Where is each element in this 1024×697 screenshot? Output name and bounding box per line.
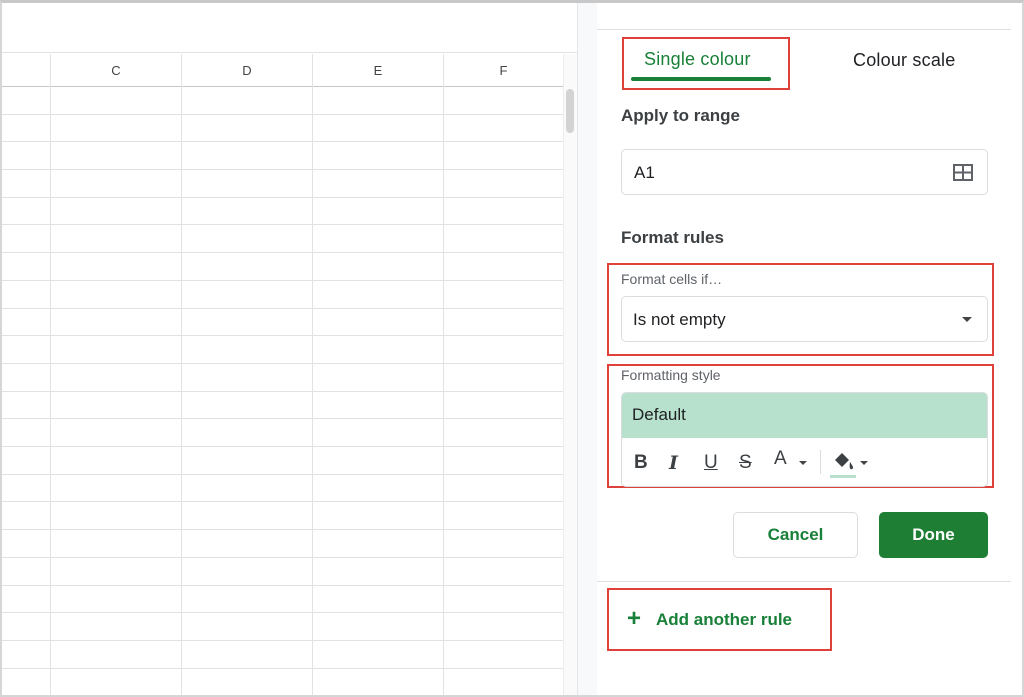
grid-row[interactable] [2, 198, 563, 226]
style-preview[interactable]: Default [622, 393, 987, 438]
conditional-format-panel: Single colour Colour scale Apply to rang… [597, 3, 1022, 695]
grid-row[interactable] [2, 419, 563, 448]
column-header-c[interactable]: C [50, 54, 181, 87]
grid-row[interactable] [2, 558, 563, 586]
condition-dropdown[interactable]: Is not empty [621, 296, 988, 342]
column-header-e[interactable]: E [312, 54, 443, 87]
condition-value: Is not empty [633, 310, 726, 329]
formatting-style-label: Formatting style [621, 367, 721, 383]
panel-divider [577, 3, 597, 695]
style-preview-text: Default [632, 405, 686, 424]
grid-row[interactable] [2, 226, 563, 254]
divider [597, 581, 1011, 582]
divider [597, 29, 1011, 30]
grid-row[interactable] [2, 281, 563, 309]
grid-row[interactable] [2, 364, 563, 392]
bold-button[interactable]: B [634, 450, 648, 476]
column-header-d[interactable]: D [181, 54, 312, 87]
underline-button[interactable]: U [704, 450, 718, 476]
sheet-toolbar-area [2, 3, 577, 53]
italic-button[interactable]: I [669, 450, 678, 476]
range-value: A1 [634, 163, 655, 182]
grid-row[interactable] [2, 253, 563, 281]
apply-to-range-label: Apply to range [621, 106, 741, 125]
formatting-style-box: Default B I U S A [621, 392, 988, 487]
toolbar-divider [820, 450, 821, 474]
column-header-b-partial[interactable] [2, 54, 50, 87]
grid-row[interactable] [2, 586, 563, 614]
column-header-f[interactable]: F [443, 54, 563, 87]
add-rule-label: Add another rule [656, 610, 793, 629]
active-tab-indicator [631, 77, 771, 81]
grid-row[interactable] [2, 87, 563, 115]
tab-single-colour[interactable]: Single colour [644, 49, 751, 70]
tab-colour-scale[interactable]: Colour scale [853, 50, 955, 71]
grid-row[interactable] [2, 336, 563, 364]
grid-row[interactable] [2, 142, 563, 171]
grid-row[interactable] [2, 447, 563, 475]
grid-row[interactable] [2, 530, 563, 558]
format-cells-if-label: Format cells if… [621, 271, 723, 287]
format-rules-heading: Format rules [621, 228, 724, 247]
grid-row[interactable] [2, 475, 563, 503]
vertical-scrollbar[interactable] [563, 54, 577, 695]
grid-row[interactable] [2, 669, 563, 695]
spreadsheet-grid: C D E F [2, 3, 577, 695]
chevron-down-icon [799, 461, 807, 465]
chevron-down-icon [860, 461, 868, 465]
grid-row[interactable] [2, 309, 563, 337]
dropdown-caret-icon [962, 317, 972, 322]
done-button[interactable]: Done [879, 512, 988, 558]
cancel-button[interactable]: Cancel [733, 512, 858, 558]
fill-color-icon[interactable] [830, 448, 856, 474]
grid-icon[interactable] [953, 164, 973, 181]
grid-cells[interactable] [2, 87, 563, 695]
fill-color-swatch [830, 475, 856, 478]
grid-row[interactable] [2, 613, 563, 641]
plus-icon: + [627, 605, 642, 632]
range-input[interactable]: A1 [621, 149, 988, 195]
grid-row[interactable] [2, 503, 563, 531]
grid-row[interactable] [2, 170, 563, 198]
scrollbar-thumb[interactable] [566, 89, 574, 133]
strikethrough-button[interactable]: S [739, 450, 752, 476]
grid-row[interactable] [2, 392, 563, 420]
grid-row[interactable] [2, 641, 563, 669]
text-color-button[interactable]: A [774, 446, 787, 472]
grid-row[interactable] [2, 115, 563, 143]
style-toolbar: B I U S A [622, 438, 987, 486]
column-header-row: C D E F [2, 54, 563, 87]
